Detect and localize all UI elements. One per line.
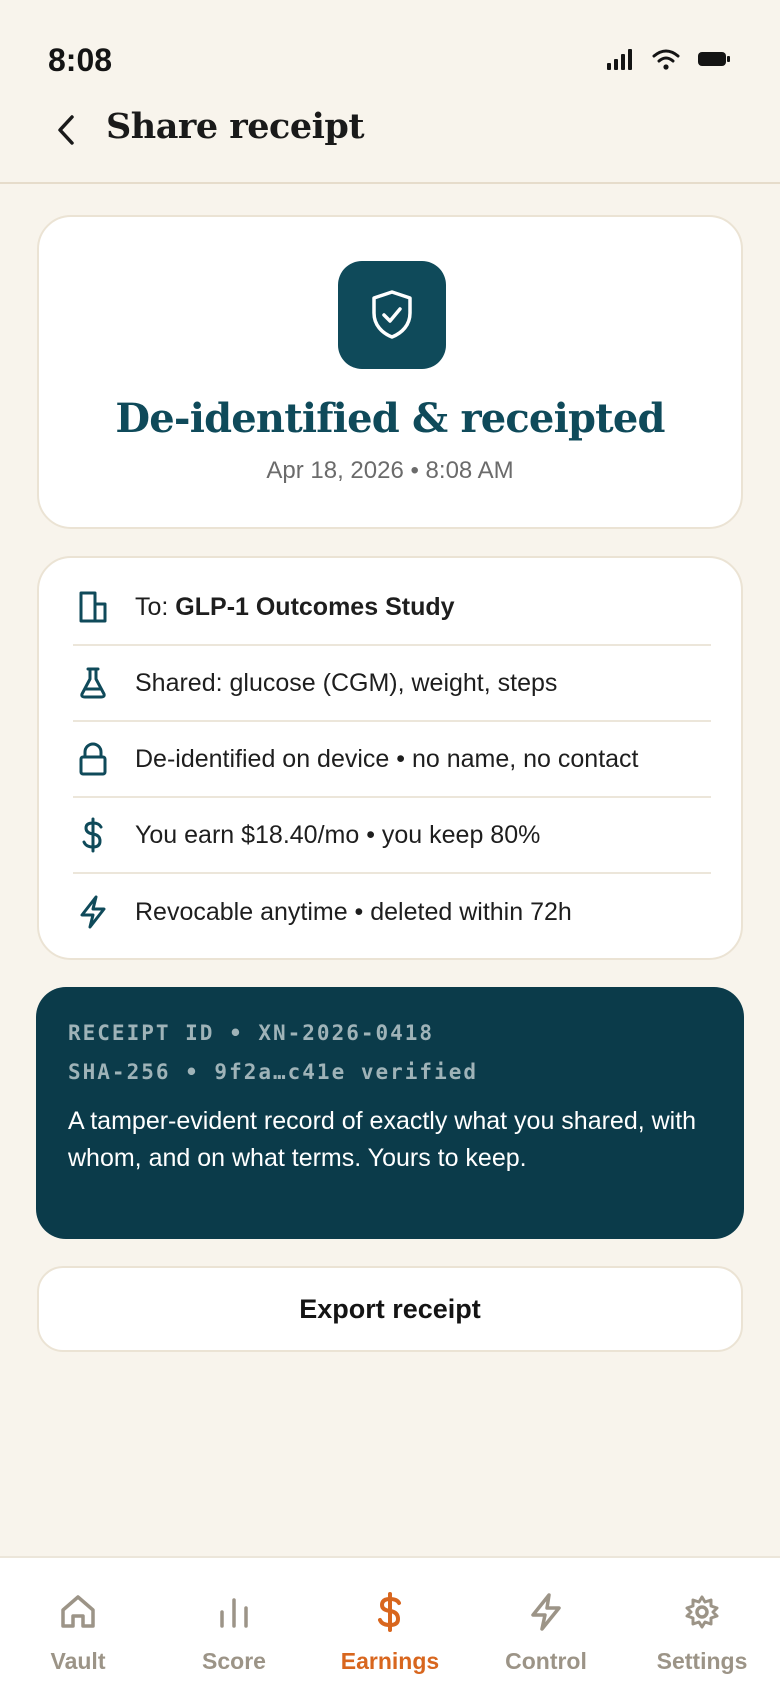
confirmation-card: De-identified & receipted Apr 18, 2026 •… [37, 215, 743, 529]
tab-label: Earnings [340, 1648, 440, 1674]
receipt-id: RECEIPT ID • XN-2026-0418 [68, 1021, 435, 1045]
detail-text: You earn $18.40/mo • you keep 80% [135, 820, 541, 849]
confirmation-date: Apr 18, 2026 • 8:08 AM [266, 457, 514, 484]
bottom-tab-bar: Vault Score Earnings Control Settings [0, 1556, 780, 1688]
tab-label: Score [202, 1648, 266, 1674]
dollar-icon [73, 815, 113, 855]
status-time: 8:08 [48, 42, 113, 78]
page-title: Share receipt [106, 106, 365, 147]
detail-text: Revocable anytime • deleted within 72h [135, 897, 572, 926]
bolt-icon [73, 892, 113, 932]
bar-chart-icon [212, 1590, 256, 1634]
lock-icon [73, 739, 113, 779]
share-details-card: To: GLP-1 Outcomes Study Shared: glucose… [37, 556, 743, 960]
detail-row-earnings: You earn $18.40/mo • you keep 80% [73, 798, 711, 874]
signal-icon [606, 48, 634, 75]
tab-vault[interactable]: Vault [0, 1558, 156, 1688]
tab-settings[interactable]: Settings [624, 1558, 780, 1688]
detail-row-shared-data: Shared: glucose (CGM), weight, steps [73, 646, 711, 722]
detail-row-revocable: Revocable anytime • deleted within 72h [73, 874, 711, 950]
tab-control[interactable]: Control [468, 1558, 624, 1688]
back-button[interactable] [44, 108, 88, 152]
shield-check-icon [338, 261, 446, 369]
receipt-record: RECEIPT ID • XN-2026-0418 SHA-256 • 9f2a… [36, 987, 744, 1239]
home-icon [56, 1590, 100, 1634]
flask-icon [73, 663, 113, 703]
export-receipt-button[interactable]: Export receipt [37, 1266, 743, 1352]
gear-icon [680, 1590, 724, 1634]
receipt-description: A tamper-evident record of exactly what … [68, 1107, 697, 1172]
chevron-left-icon [58, 115, 74, 145]
receipt-hash: SHA-256 • 9f2a…c41e verified [68, 1060, 479, 1084]
detail-row-recipient: To: GLP-1 Outcomes Study [73, 570, 711, 646]
detail-row-deidentified: De-identified on device • no name, no co… [73, 722, 711, 798]
detail-text: De-identified on device • no name, no co… [135, 744, 639, 773]
wifi-icon [652, 48, 680, 75]
tab-score[interactable]: Score [156, 1558, 312, 1688]
tab-earnings[interactable]: Earnings [312, 1558, 468, 1688]
confirmation-title: De-identified & receipted [115, 395, 665, 442]
tab-label: Settings [656, 1648, 748, 1674]
header: Share receipt [0, 100, 780, 184]
status-icons [606, 48, 730, 75]
building-icon [73, 587, 113, 627]
tab-label: Control [505, 1648, 587, 1674]
battery-icon [698, 51, 730, 72]
detail-text: To: GLP-1 Outcomes Study [135, 592, 455, 621]
tab-label: Vault [50, 1648, 106, 1674]
detail-text: Shared: glucose (CGM), weight, steps [135, 668, 558, 697]
dollar-icon [368, 1590, 412, 1634]
status-bar: 8:08 [0, 0, 780, 110]
bolt-icon [524, 1590, 568, 1634]
